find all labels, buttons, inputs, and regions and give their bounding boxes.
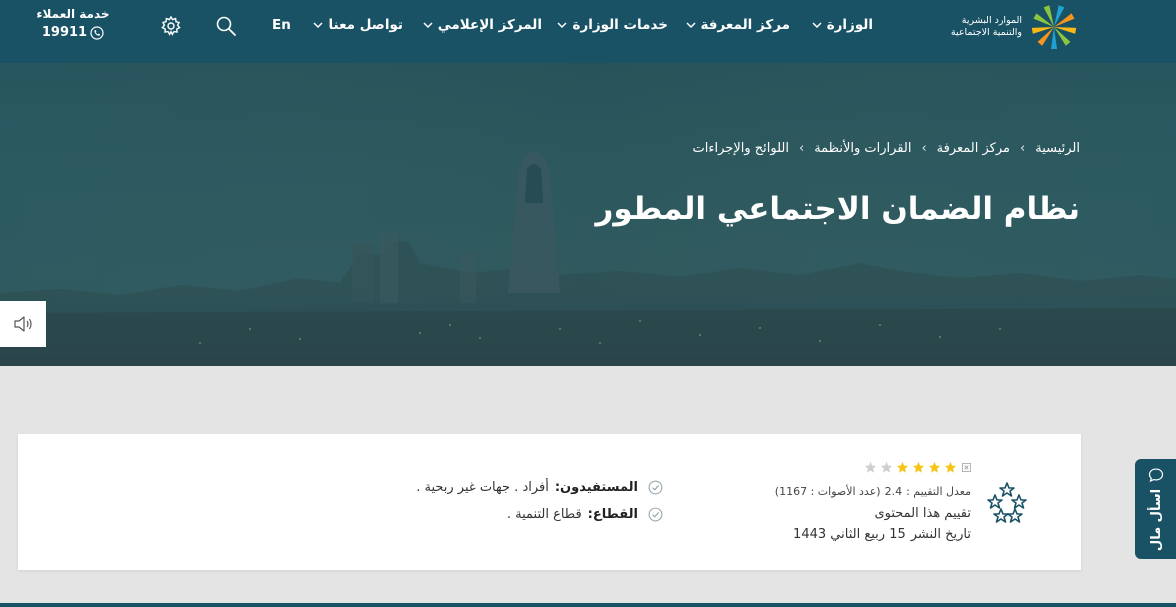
breadcrumb-regulations[interactable]: اللوائح والإجراءات bbox=[693, 141, 789, 156]
chat-bubble-icon bbox=[1148, 468, 1163, 483]
rating-votes: (عدد الأصوات : 1167) bbox=[774, 485, 881, 498]
check-circle-icon bbox=[648, 480, 663, 495]
star-empty-icon[interactable] bbox=[880, 461, 893, 474]
footer-edge bbox=[0, 603, 1176, 607]
breadcrumb-decisions-systems[interactable]: القرارات والأنظمة bbox=[814, 141, 911, 156]
hero-banner: الرئيسية › مركز المعرفة › القرارات والأن… bbox=[0, 63, 1176, 366]
ask-mal-tab[interactable]: اسأل مال bbox=[1135, 459, 1176, 559]
beneficiaries-value: أفراد . جهات غير ربحية . bbox=[416, 480, 549, 495]
sector-label: القطاع: bbox=[587, 507, 638, 522]
top-header: الموارد البشرية والتنمية الاجتماعية الوز… bbox=[0, 0, 1176, 63]
beneficiaries-row: المستفيدون: أفراد . جهات غير ربحية . bbox=[416, 480, 663, 495]
publish-date-label: تاريخ النشر bbox=[910, 527, 971, 542]
nav-item-label: تواصل معنا bbox=[328, 17, 403, 33]
logo-line-1: الموارد البشرية bbox=[961, 15, 1022, 26]
star-filled-icon[interactable] bbox=[896, 461, 909, 474]
customer-service[interactable]: خدمة العملاء 19911 bbox=[30, 6, 116, 40]
nav-item-contact-us[interactable]: تواصل معنا bbox=[312, 17, 403, 33]
listen-button[interactable] bbox=[0, 301, 46, 347]
logo-line-2: والتنمية الاجتماعية bbox=[950, 27, 1022, 38]
customer-service-phone: 19911 bbox=[41, 25, 88, 40]
content-info-card: معدل التقييم : 2.4 (عدد الأصوات : 1167) … bbox=[18, 434, 1081, 570]
rating-average: 2.4 bbox=[884, 485, 903, 498]
breadcrumb-separator: › bbox=[921, 141, 927, 156]
sector-row: القطاع: قطاع التنمية . bbox=[507, 507, 663, 522]
language-switch[interactable]: En bbox=[272, 17, 291, 33]
chevron-down-icon bbox=[557, 22, 567, 29]
logo-text: الموارد البشرية والتنمية الاجتماعية bbox=[951, 15, 1022, 39]
nav-item-label: الوزارة bbox=[826, 17, 873, 33]
star-filled-icon[interactable] bbox=[928, 461, 941, 474]
chevron-down-icon bbox=[423, 22, 433, 29]
rate-content-link[interactable]: تقييم هذا المحتوى bbox=[874, 506, 971, 521]
chevron-down-icon bbox=[685, 22, 696, 29]
customer-service-phone-row: 19911 bbox=[30, 25, 116, 40]
star-filled-icon[interactable] bbox=[944, 461, 957, 474]
nav-item-label: مركز المعرفة bbox=[700, 17, 791, 33]
breadcrumb-separator: › bbox=[798, 141, 805, 156]
star-empty-icon[interactable] bbox=[864, 461, 877, 474]
star-rating[interactable] bbox=[864, 461, 971, 474]
chevron-down-icon bbox=[812, 22, 822, 29]
nav-item-ministry-services[interactable]: خدمات الوزارة bbox=[556, 17, 668, 33]
ministry-logo[interactable]: الموارد البشرية والتنمية الاجتماعية bbox=[920, 2, 1080, 52]
ask-mal-content: اسأل مال bbox=[1148, 467, 1164, 551]
sector-value: قطاع التنمية . bbox=[506, 507, 582, 522]
phone-icon bbox=[90, 25, 104, 40]
nav-item-knowledge-center[interactable]: مركز المعرفة bbox=[685, 17, 791, 33]
page-title: نظام الضمان الاجتماعي المطور bbox=[595, 191, 1080, 227]
rating-stats-label: معدل التقييم : bbox=[906, 485, 971, 498]
breadcrumb-home[interactable]: الرئيسية bbox=[1035, 141, 1080, 156]
chevron-down-icon bbox=[313, 22, 324, 29]
speaker-icon bbox=[14, 316, 32, 332]
nav-item-ministry[interactable]: الوزارة bbox=[811, 17, 873, 33]
nav-item-media-center[interactable]: المركز الإعلامي bbox=[422, 17, 542, 33]
breadcrumb: الرئيسية › مركز المعرفة › القرارات والأن… bbox=[693, 141, 1080, 156]
breadcrumb-separator: › bbox=[1020, 141, 1026, 156]
nav-item-label: خدمات الوزارة bbox=[572, 17, 668, 33]
ask-mal-label: اسأل مال bbox=[1148, 488, 1163, 552]
search-icon[interactable] bbox=[215, 15, 237, 37]
nav-item-label: المركز الإعلامي bbox=[437, 17, 542, 33]
stars-cluster-icon bbox=[987, 482, 1027, 523]
customer-service-title: خدمة العملاء bbox=[36, 7, 110, 21]
check-circle-icon bbox=[648, 507, 663, 522]
sunburst-logo-icon bbox=[1031, 5, 1077, 49]
star-filled-icon[interactable] bbox=[912, 461, 925, 474]
breadcrumb-knowledge-center[interactable]: مركز المعرفة bbox=[937, 141, 1010, 156]
publish-date: تاريخ النشر 15 ربيع الثاني 1443 bbox=[793, 527, 971, 542]
reset-rating-icon[interactable] bbox=[962, 463, 971, 472]
publish-date-value: 15 ربيع الثاني 1443 bbox=[793, 527, 906, 542]
gear-icon[interactable] bbox=[160, 15, 182, 37]
rating-stats: معدل التقييم : 2.4 (عدد الأصوات : 1167) bbox=[775, 485, 971, 498]
beneficiaries-label: المستفيدون: bbox=[554, 480, 638, 495]
